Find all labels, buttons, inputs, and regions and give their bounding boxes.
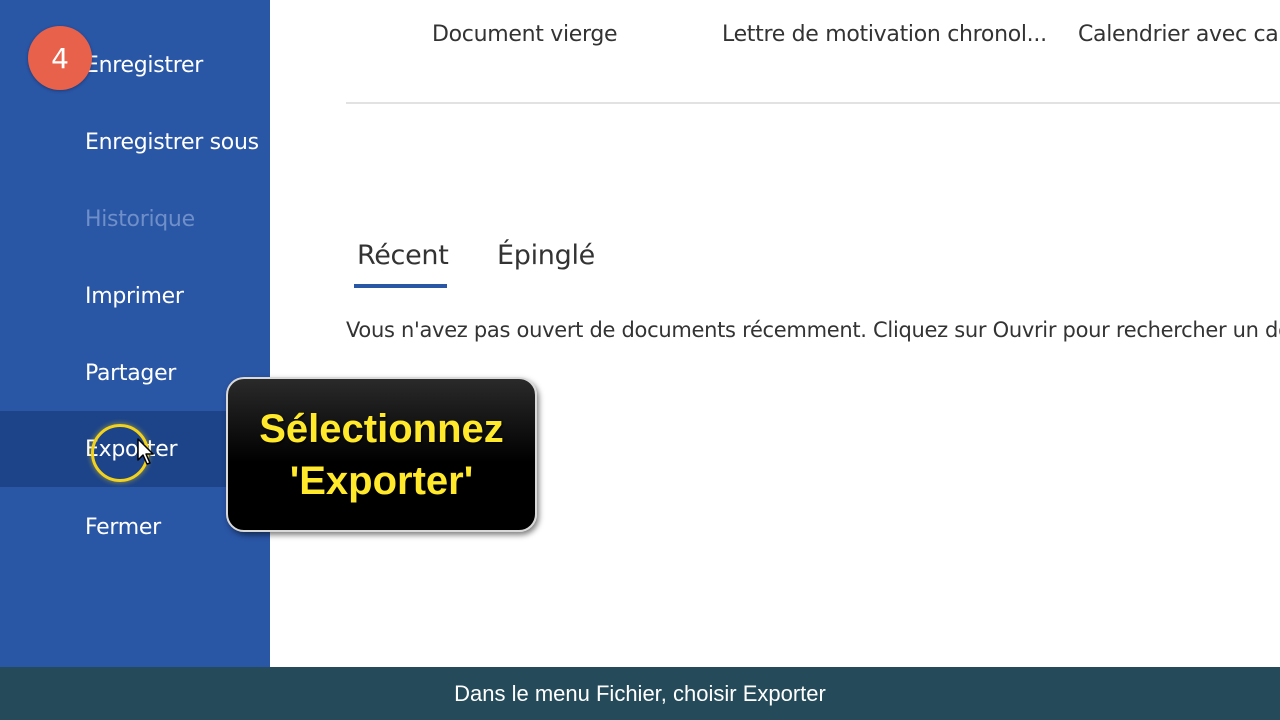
tab-recent[interactable]: Récent	[357, 240, 449, 271]
template-calendar[interactable]: Calendrier avec capt	[1078, 22, 1280, 47]
template-blank-document[interactable]: Document vierge	[432, 22, 618, 47]
sidebar-item-historique: Historique	[0, 181, 270, 257]
sidebar-item-imprimer[interactable]: Imprimer	[0, 258, 270, 334]
callout-line-1: Sélectionnez	[259, 406, 504, 451]
sidebar-item-enregistrer-sous[interactable]: Enregistrer sous	[0, 104, 270, 180]
sidebar-item-label: Historique	[85, 206, 195, 232]
instruction-callout: Sélectionnez 'Exporter'	[226, 377, 537, 532]
sidebar-item-label: Enregistrer	[85, 52, 203, 78]
tab-pinned[interactable]: Épinglé	[497, 240, 595, 271]
callout-line-2: 'Exporter'	[289, 458, 474, 503]
templates-row: Document vierge Lettre de motivation chr…	[0, 22, 1280, 52]
template-cover-letter[interactable]: Lettre de motivation chronol...	[722, 22, 1047, 47]
file-menu-sidebar: Enregistrer Enregistrer sous Historique …	[0, 0, 270, 720]
sidebar-item-label: Partager	[85, 360, 177, 386]
empty-recent-message: Vous n'avez pas ouvert de documents réce…	[346, 318, 1280, 342]
caption-text: Dans le menu Fichier, choisir Exporter	[454, 680, 826, 706]
section-divider	[346, 102, 1280, 104]
active-tab-indicator	[354, 284, 447, 288]
sidebar-item-label: Imprimer	[85, 283, 184, 309]
sidebar-item-label: Enregistrer sous	[85, 129, 259, 155]
caption-bar: Dans le menu Fichier, choisir Exporter	[0, 667, 1280, 720]
sidebar-item-label: Fermer	[85, 514, 161, 540]
mouse-pointer-icon	[137, 438, 154, 465]
